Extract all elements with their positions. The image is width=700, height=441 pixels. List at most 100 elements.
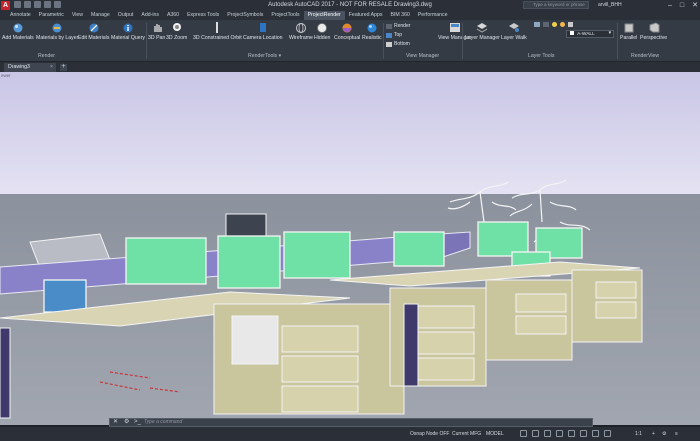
edit-materials-button[interactable]: Edit Materials [78, 22, 109, 41]
layer-manager-button[interactable]: Layer Manager [465, 22, 500, 41]
perspective-button[interactable]: Perspective [640, 22, 667, 41]
3d-zoom-button[interactable]: 3D Zoom [166, 22, 187, 41]
view-manager-icon [449, 22, 461, 33]
gear-icon[interactable]: ⚙ [662, 431, 666, 437]
annotation-scale-icon[interactable] [604, 430, 611, 437]
camera-icon [257, 22, 269, 33]
drawing-viewport[interactable]: ewer [0, 72, 700, 425]
grid-icon[interactable] [520, 430, 527, 437]
ribbon-separator [146, 23, 147, 59]
hidden-button[interactable]: Hidden [314, 22, 330, 41]
tab-a360[interactable]: A360 [163, 11, 183, 20]
3d-pan-label: 3D Pan [148, 35, 166, 41]
material-query-label: Material Query [111, 35, 146, 41]
close-icon[interactable]: ✕ [113, 419, 118, 426]
render-view-button[interactable]: Render [386, 23, 410, 29]
lock-icon[interactable] [568, 22, 573, 27]
conceptual-label: Conceptual [334, 35, 361, 41]
chevron-down-icon: ▾ [278, 53, 282, 59]
window-controls: – □ ✕ [668, 1, 698, 10]
osnap-status[interactable]: Osnap Node OFF [410, 431, 449, 437]
tab-performance[interactable]: Performance [414, 11, 452, 20]
user-account[interactable]: arvill_BHH [598, 1, 622, 10]
minimize-button[interactable]: – [668, 1, 672, 10]
render-view-label: Render [394, 23, 411, 29]
edit-materials-label: Edit Materials [78, 35, 110, 41]
close-button[interactable]: ✕ [692, 1, 698, 10]
tab-parametric[interactable]: Parametric [35, 11, 68, 20]
tab-bim-360[interactable]: BIM 360 [387, 11, 414, 20]
maximize-button[interactable]: □ [680, 1, 684, 10]
material-query-button[interactable]: Material Query [111, 22, 145, 41]
3d-constrained-orbit-label: 3D Constrained Orbit [193, 35, 242, 41]
tab-express-tools[interactable]: Express Tools [183, 11, 223, 20]
layer-materials-icon [51, 22, 63, 33]
menu-icon[interactable]: ≡ [675, 431, 678, 437]
layer-manager-label: Layer Manager [465, 35, 500, 41]
layer-walk-icon [508, 22, 520, 33]
tab-projectsymbols[interactable]: ProjectSymbols [223, 11, 267, 20]
title-bar: A Autodesk AutoCAD 2017 - NOT FOR RESALE… [0, 0, 700, 11]
add-materials-button[interactable]: Add Materials [2, 22, 34, 41]
isodraft-icon[interactable] [568, 430, 575, 437]
prompt-icon: >_ [134, 419, 141, 425]
realistic-button[interactable]: Realistic [362, 22, 382, 41]
wireframe-button[interactable]: Wireframe [289, 22, 313, 41]
rendertools-panel-title[interactable]: RenderTools ▾ [248, 53, 281, 59]
layer-stack-icon [476, 22, 488, 33]
3d-constrained-orbit-button[interactable]: 3D Constrained Orbit [193, 22, 242, 41]
model-space-toggle[interactable]: MODEL [486, 431, 504, 437]
top-view-label: Top [394, 32, 403, 38]
top-view-button[interactable]: Top [386, 32, 402, 38]
polar-icon[interactable] [556, 430, 563, 437]
3d-pan-button[interactable]: 3D Pan [148, 22, 165, 41]
scale-status[interactable]: 1:1 [635, 431, 642, 437]
add-materials-label: Add Materials [2, 35, 34, 41]
tab-output[interactable]: Output [114, 11, 138, 20]
viewport-label[interactable]: ewer [1, 73, 11, 78]
plus-icon[interactable]: + [652, 431, 655, 437]
tab-manage[interactable]: Manage [87, 11, 114, 20]
tab-add-ins[interactable]: Add-ins [137, 11, 163, 20]
command-input[interactable]: Type a command [144, 419, 182, 426]
document-tab-bar: Drawing3 × + [0, 62, 700, 72]
current-layer-status[interactable]: Current MFG [452, 431, 481, 437]
camera-location-button[interactable]: Camera Location [243, 22, 283, 41]
camera-location-label: Camera Location [243, 35, 283, 41]
ribbon: Add Materials Materials by Layer Edit Ma… [0, 20, 700, 62]
document-tab-drawing3[interactable]: Drawing3 × [4, 63, 56, 72]
tab-projecttools[interactable]: ProjectTools [267, 11, 303, 20]
tab-featured-apps[interactable]: Featured Apps [345, 11, 387, 20]
ribbon-separator [462, 23, 463, 59]
materials-by-layer-button[interactable]: Materials by Layer [36, 22, 78, 41]
layer-color-swatch [570, 31, 574, 35]
layer-walk-button[interactable]: Layer Walk [501, 22, 527, 41]
materials-by-layer-label: Materials by Layer [36, 35, 79, 41]
sun-icon[interactable] [560, 22, 565, 27]
parallel-cube-icon [623, 22, 635, 33]
close-tab-icon[interactable]: × [50, 63, 53, 72]
tab-projectrender[interactable]: ProjectRender [303, 11, 345, 20]
layer-state-icon[interactable] [543, 22, 549, 27]
bottom-view-button[interactable]: Bottom [386, 41, 410, 47]
layer-tools-panel-title: Layer Tools [528, 53, 555, 59]
object-snap-icon[interactable] [580, 430, 587, 437]
tab-annotate[interactable]: Annotate [6, 11, 35, 20]
layer-properties-icon[interactable] [534, 22, 540, 27]
lineweight-icon[interactable] [592, 430, 599, 437]
ortho-icon[interactable] [544, 430, 551, 437]
snap-icon[interactable] [532, 430, 539, 437]
hidden-label: Hidden [314, 35, 331, 41]
tab-view[interactable]: View [68, 11, 87, 20]
parallel-button[interactable]: Parallel [620, 22, 637, 41]
current-layer-dropdown[interactable]: A-WALL ▾ [566, 30, 614, 38]
command-line: ✕ ⚙ >_ Type a command [109, 418, 593, 427]
orbit-icon [211, 22, 223, 33]
conceptual-button[interactable]: Conceptual [334, 22, 360, 41]
wrench-icon[interactable]: ⚙ [124, 419, 129, 426]
new-tab-button[interactable]: + [60, 63, 67, 71]
search-input[interactable]: Type a keyword or phrase [523, 1, 589, 9]
status-bar: Osnap Node OFF Current MFG MODEL 1:1 + ⚙… [0, 427, 700, 441]
lightbulb-icon[interactable] [552, 22, 557, 27]
view-manager-panel-title: View Manager [406, 53, 440, 59]
